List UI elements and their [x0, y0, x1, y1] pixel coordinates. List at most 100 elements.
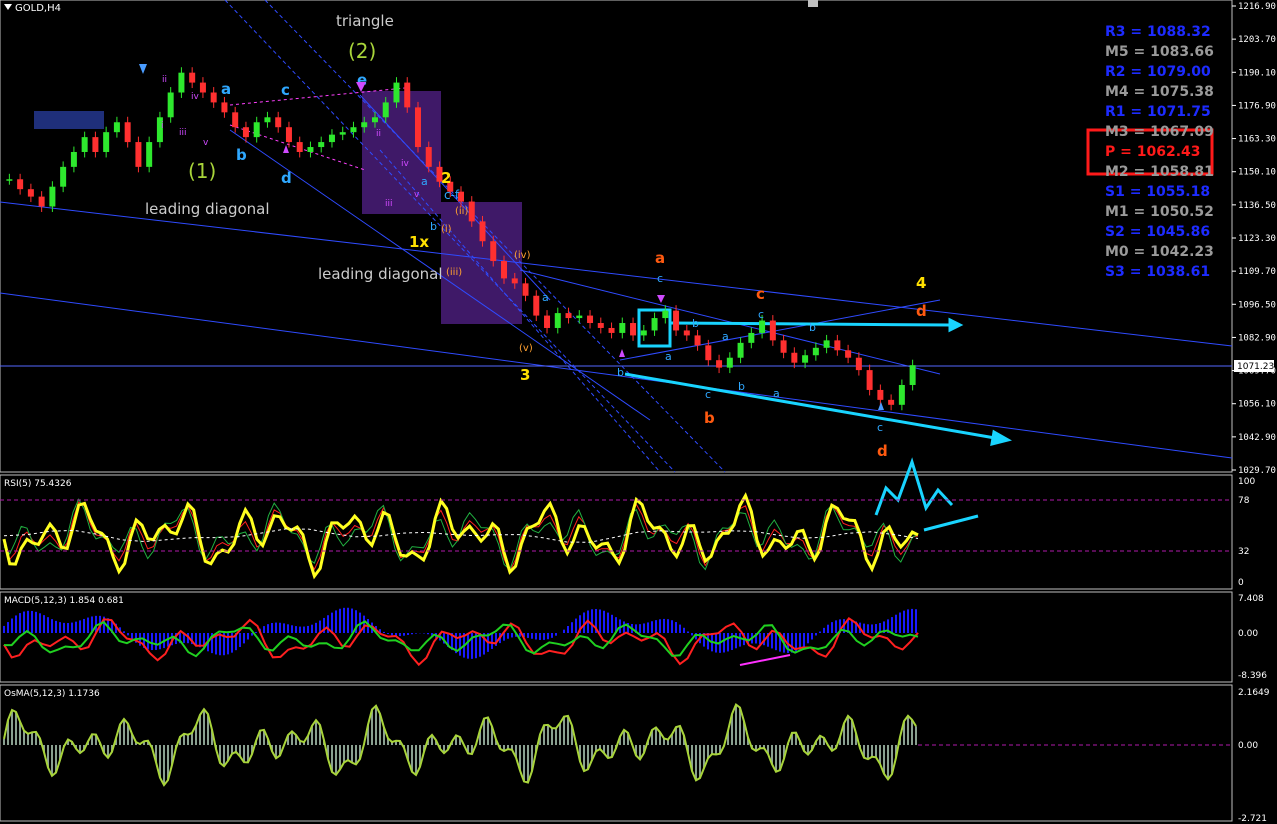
label-d-red-high: d — [916, 302, 927, 320]
candle-body — [414, 107, 421, 148]
candle-body — [909, 365, 916, 385]
minor-b2: b — [692, 317, 699, 330]
minor-c4: c — [877, 421, 883, 434]
pivot-label: M3 = 1067.09 — [1105, 124, 1214, 140]
price-tick: 1029.70 — [1238, 466, 1276, 476]
candle-body — [382, 102, 389, 118]
svg-text:ii: ii — [376, 129, 381, 139]
candle-body — [393, 82, 400, 103]
axis-tick: 78 — [1238, 496, 1250, 506]
candle-body — [630, 323, 637, 336]
candle-body — [339, 132, 346, 135]
candle-body — [135, 142, 142, 167]
candle-body — [683, 330, 690, 336]
axis-tick: -8.396 — [1238, 671, 1267, 681]
candle-body — [275, 117, 282, 128]
candle-body — [124, 122, 131, 143]
candle-body — [877, 389, 884, 400]
svg-text:iii: iii — [179, 128, 187, 138]
candle-body — [232, 112, 239, 128]
candle-body — [748, 332, 755, 343]
macd-label: MACD(5,12,3) 1.854 0.681 — [4, 596, 124, 606]
candle-body — [361, 122, 368, 128]
candle-body — [619, 323, 626, 333]
candle-body — [716, 360, 723, 368]
candle-body — [17, 179, 24, 190]
purple-zone-2 — [441, 202, 522, 324]
axis-tick: 100 — [1238, 477, 1255, 487]
pivot-label: S2 = 1045.86 — [1105, 224, 1210, 240]
candle-body — [490, 241, 497, 262]
candle-body — [640, 330, 647, 336]
pivot-label: M1 = 1050.52 — [1105, 204, 1214, 220]
pivot-label: M5 = 1083.66 — [1105, 44, 1214, 60]
price-tick: 1136.50 — [1238, 201, 1276, 211]
candle-body — [533, 295, 540, 316]
pivot-label: M0 = 1042.23 — [1105, 244, 1214, 260]
window-close-icon[interactable] — [808, 0, 818, 7]
minor-a2: a — [665, 350, 672, 363]
candle-body — [651, 318, 658, 331]
candle-body — [167, 92, 174, 118]
candle-body — [737, 342, 744, 358]
minor-b5: b — [430, 220, 437, 233]
candle-body — [103, 132, 110, 152]
macd-axis: 7.408 0.00 -8.396 — [1238, 594, 1267, 681]
candle-body — [425, 147, 432, 167]
label-wave-2: (2) — [348, 39, 376, 63]
candle-body — [199, 82, 206, 93]
label-1x: 1x — [409, 233, 429, 251]
rsi-panel[interactable] — [0, 474, 1233, 590]
axis-tick: -2.721 — [1238, 814, 1267, 824]
svg-text:(v): (v) — [519, 343, 533, 354]
candle-body — [242, 127, 249, 138]
label-c-red: c — [756, 285, 765, 303]
label-leading-diagonal-2: leading diagonal — [318, 265, 443, 283]
candle-body — [60, 166, 67, 187]
label-a1: a — [221, 80, 231, 98]
label-wave-1: (1) — [188, 159, 216, 183]
pivot-label: S3 = 1038.61 — [1105, 264, 1210, 280]
candle-body — [662, 310, 669, 319]
candle-body — [694, 335, 701, 346]
axis-tick: 7.408 — [1238, 594, 1264, 604]
candle-body — [70, 151, 77, 167]
candle-body — [888, 399, 895, 405]
candle-body — [27, 189, 34, 197]
minor-b4: b — [809, 321, 816, 334]
candle-body — [253, 122, 260, 138]
minor-c: c — [657, 272, 663, 285]
candle-body — [855, 357, 862, 371]
candle-body — [554, 313, 561, 328]
candle-body — [673, 310, 680, 331]
osma-label: OsMA(5,12,3) 1.1736 — [4, 689, 100, 699]
candle-body — [845, 350, 852, 358]
label-cf: c-f — [444, 188, 460, 202]
pivot-label: M4 = 1075.38 — [1105, 84, 1214, 100]
svg-text:i: i — [161, 121, 164, 131]
candle-body — [296, 142, 303, 152]
label-d1: d — [281, 169, 292, 187]
candle-body — [221, 102, 228, 113]
price-tick: 1096.50 — [1238, 300, 1276, 310]
svg-text:ii: ii — [162, 75, 167, 85]
candle-body — [146, 142, 153, 167]
gold-h4-chart[interactable]: GOLD,H4 triangle (2) (1) leading diagona… — [0, 0, 1277, 824]
main-price-panel[interactable] — [0, 0, 1233, 473]
svg-text:iv: iv — [401, 159, 410, 169]
candle-body — [608, 327, 615, 333]
blue-zone — [34, 111, 104, 129]
pivot-label: M2 = 1058.81 — [1105, 164, 1214, 180]
price-tick: 1042.90 — [1238, 433, 1276, 443]
minor-b: b — [617, 366, 624, 379]
minor-a3: a — [722, 330, 729, 343]
candle-body — [49, 186, 56, 207]
axis-tick: 0.00 — [1238, 741, 1258, 751]
minor-a5: a — [421, 175, 428, 188]
label-a-red: a — [655, 249, 665, 267]
osma-panel[interactable] — [0, 684, 1233, 822]
price-tick: 1163.30 — [1238, 135, 1276, 145]
candle-body — [264, 117, 271, 123]
pivot-label: S1 = 1055.18 — [1105, 184, 1210, 200]
label-c1: c — [281, 81, 290, 99]
